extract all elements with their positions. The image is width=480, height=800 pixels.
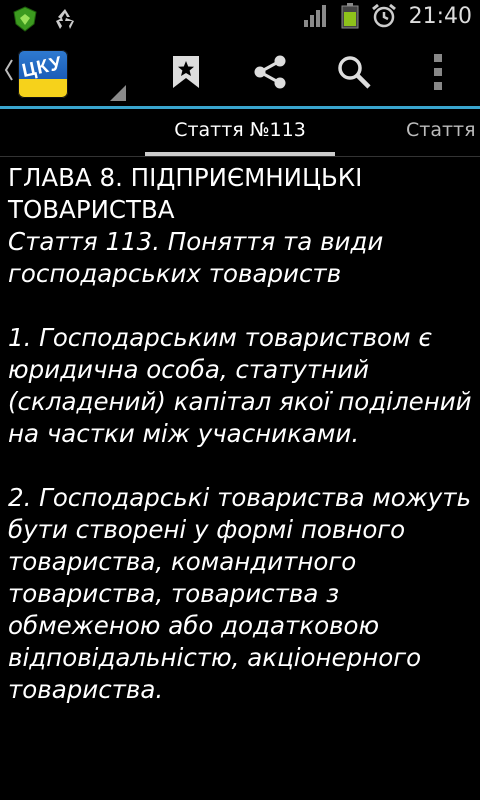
article-paragraph: 1. Господарським товариством є юридична … bbox=[8, 323, 472, 448]
article-title: Стаття 113. Поняття та види господарськи… bbox=[8, 227, 384, 288]
dropdown-indicator-icon[interactable] bbox=[110, 85, 126, 101]
share-icon bbox=[254, 55, 286, 89]
article-tabs: Стаття №113 Стаття bbox=[0, 109, 480, 156]
recycle-icon bbox=[56, 9, 74, 29]
tab-next-article[interactable]: Стаття bbox=[406, 119, 476, 141]
article-content: ГЛАВА 8. ПІДПРИЄМНИЦЬКІ ТОВАРИСТВА Статт… bbox=[8, 162, 474, 706]
overflow-menu-button[interactable] bbox=[414, 48, 462, 96]
action-bar bbox=[0, 38, 480, 106]
article-paragraph: 2. Господарські товариства можуть бути с… bbox=[8, 483, 472, 704]
search-icon bbox=[338, 56, 371, 89]
tabs-divider bbox=[0, 156, 480, 157]
bookmark-button[interactable] bbox=[162, 48, 210, 96]
status-system: 21:40 bbox=[303, 3, 472, 29]
bookmark-icon bbox=[173, 56, 199, 88]
status-notifications bbox=[12, 6, 78, 32]
battery-icon bbox=[341, 3, 359, 29]
signal-icon bbox=[303, 5, 326, 27]
status-bar: 21:40 bbox=[0, 0, 480, 38]
alarm-icon bbox=[371, 3, 396, 28]
search-button[interactable] bbox=[330, 48, 378, 96]
share-button[interactable] bbox=[246, 48, 294, 96]
tab-current-article[interactable]: Стаття №113 bbox=[145, 119, 335, 141]
status-clock: 21:40 bbox=[408, 3, 472, 29]
security-shield-icon bbox=[13, 6, 37, 32]
chapter-heading: ГЛАВА 8. ПІДПРИЄМНИЦЬКІ ТОВАРИСТВА bbox=[8, 163, 363, 224]
chevron-left-icon[interactable] bbox=[4, 58, 14, 82]
overflow-menu-icon bbox=[434, 54, 442, 90]
